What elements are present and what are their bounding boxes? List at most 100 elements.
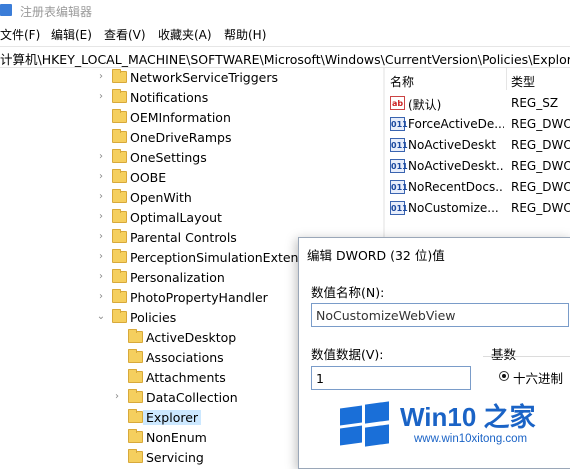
- value-name: NoActiveDeskt: [408, 138, 496, 152]
- tree-item-label[interactable]: OOBE: [130, 170, 166, 185]
- tree-item-label[interactable]: PhotoPropertyHandler: [130, 290, 268, 305]
- title-bar: 注册表编辑器: [0, 0, 570, 22]
- folder-icon: [112, 109, 127, 123]
- value-type: REG_DWO: [511, 180, 570, 194]
- tree-item-label[interactable]: Parental Controls: [130, 230, 237, 245]
- value-name-field[interactable]: NoCustomizeWebView: [311, 303, 569, 327]
- tree-item-label[interactable]: Personalization: [130, 270, 225, 285]
- folder-icon: [112, 229, 127, 243]
- expand-arrow-icon[interactable]: ›: [96, 191, 106, 203]
- menu-view[interactable]: 查看(V): [104, 26, 146, 43]
- expand-arrow-icon[interactable]: ›: [96, 251, 106, 263]
- tree-item-label[interactable]: Attachments: [146, 370, 226, 385]
- collapse-arrow-icon[interactable]: ⌄: [96, 311, 106, 323]
- value-name: (默认): [408, 98, 442, 112]
- menu-edit[interactable]: 编辑(E): [51, 26, 92, 43]
- value-data-label: 数值数据(V):: [311, 347, 384, 362]
- menu-help[interactable]: 帮助(H): [224, 26, 266, 43]
- value-type: REG_DWO: [511, 201, 570, 215]
- folder-icon: [128, 429, 143, 443]
- expand-arrow-icon[interactable]: ›: [96, 91, 106, 103]
- open-folder-icon: [128, 409, 143, 423]
- folder-icon: [112, 209, 127, 223]
- tree-item-label[interactable]: OpenWith: [130, 190, 192, 205]
- list-header: 名称 类型: [386, 68, 570, 90]
- value-type: REG_DWO: [511, 159, 570, 173]
- column-divider[interactable]: [506, 68, 507, 90]
- value-type: REG_DWO: [511, 117, 570, 131]
- open-folder-icon: [112, 309, 127, 323]
- address-bar[interactable]: 计算机\HKEY_LOCAL_MACHINE\SOFTWARE\Microsof…: [0, 46, 570, 68]
- tree-item-label[interactable]: Notifications: [130, 90, 208, 105]
- list-item[interactable]: 011 ForceActiveDe... REG_DWO: [386, 114, 570, 135]
- tree-item-label[interactable]: Associations: [146, 350, 224, 365]
- dword-value-icon: 011: [390, 201, 408, 215]
- hex-radio-button[interactable]: [499, 371, 509, 381]
- tree-item-label[interactable]: Explorer: [143, 410, 202, 425]
- tree-item-label[interactable]: OptimalLayout: [130, 210, 222, 225]
- value-name: NoCustomize...: [408, 201, 499, 215]
- dword-value-icon: 011: [390, 159, 408, 173]
- value-name-label: 数值名称(N):: [311, 285, 385, 300]
- tree-item-label[interactable]: OEMInformation: [130, 110, 231, 125]
- window-title: 注册表编辑器: [20, 5, 93, 19]
- tree-item-label[interactable]: NonEnum: [146, 430, 207, 445]
- expand-arrow-icon[interactable]: ›: [96, 171, 106, 183]
- tree-item-label[interactable]: DataCollection: [146, 390, 238, 405]
- folder-icon: [128, 389, 143, 403]
- tree-item-label[interactable]: OneSettings: [130, 150, 207, 165]
- tree-item-label[interactable]: Servicing: [146, 450, 204, 465]
- tree-item-label[interactable]: NetworkServiceTriggers: [130, 70, 278, 85]
- value-type: REG_SZ: [511, 96, 559, 110]
- value-type: REG_DWO: [511, 138, 570, 152]
- expand-arrow-icon[interactable]: ›: [96, 231, 106, 243]
- expand-arrow-icon[interactable]: ›: [96, 271, 106, 283]
- folder-icon: [112, 249, 127, 263]
- dword-value-icon: 011: [390, 117, 408, 131]
- menu-favorites[interactable]: 收藏夹(A): [158, 26, 212, 43]
- tree-item-label[interactable]: PerceptionSimulationExtensio: [130, 250, 316, 265]
- address-path[interactable]: 计算机\HKEY_LOCAL_MACHINE\SOFTWARE\Microsof…: [0, 49, 570, 68]
- hex-radio-label[interactable]: 十六进制: [513, 368, 563, 387]
- dialog-title: 编辑 DWORD (32 位)值: [307, 248, 445, 263]
- tree-item-label[interactable]: Policies: [130, 310, 176, 325]
- folder-icon: [112, 169, 127, 183]
- folder-icon: [112, 129, 127, 143]
- base-group-border: [483, 356, 570, 357]
- expand-arrow-icon[interactable]: ›: [96, 151, 106, 163]
- value-data-field[interactable]: 1: [311, 366, 471, 390]
- expand-arrow-icon[interactable]: ›: [96, 211, 106, 223]
- base-group-label: 基数: [491, 347, 517, 362]
- folder-icon: [112, 269, 127, 283]
- list-item[interactable]: 011 NoRecentDocs... REG_DWO: [386, 177, 570, 198]
- menu-bar: 文件(F) 编辑(E) 查看(V) 收藏夹(A) 帮助(H): [0, 24, 570, 44]
- watermark: Win10 之家 www.win10xitong.com: [330, 395, 570, 455]
- folder-icon: [112, 189, 127, 203]
- regedit-app-icon: [0, 4, 12, 16]
- list-item[interactable]: 011 NoActiveDeskt REG_DWO: [386, 135, 570, 156]
- folder-icon: [128, 449, 143, 463]
- windows-logo-icon: [336, 399, 392, 449]
- list-item-selected[interactable]: 011 NoCustomize... REG_DWO: [386, 198, 570, 219]
- value-name: NoRecentDocs...: [408, 180, 504, 194]
- expand-arrow-icon[interactable]: ›: [96, 291, 106, 303]
- list-item[interactable]: ab (默认) REG_SZ: [386, 93, 570, 114]
- folder-icon: [112, 89, 127, 103]
- folder-icon: [128, 369, 143, 383]
- expand-arrow-icon[interactable]: ›: [112, 391, 122, 403]
- tree-item-label[interactable]: ActiveDesktop: [146, 330, 236, 345]
- column-header-name[interactable]: 名称: [390, 73, 414, 90]
- watermark-brand: Win10 之家: [400, 402, 536, 432]
- column-header-type[interactable]: 类型: [511, 73, 535, 90]
- dword-value-icon: 011: [390, 138, 408, 152]
- folder-icon: [112, 289, 127, 303]
- menu-file[interactable]: 文件(F): [0, 26, 40, 43]
- list-item[interactable]: 011 NoActiveDeskt... REG_DWO: [386, 156, 570, 177]
- folder-icon: [112, 69, 127, 83]
- folder-icon: [112, 149, 127, 163]
- expand-arrow-icon[interactable]: ›: [96, 71, 106, 83]
- tree-item-label[interactable]: OneDriveRamps: [130, 130, 231, 145]
- folder-icon: [128, 329, 143, 343]
- string-value-icon: ab: [390, 96, 405, 110]
- dword-value-icon: 011: [390, 180, 408, 194]
